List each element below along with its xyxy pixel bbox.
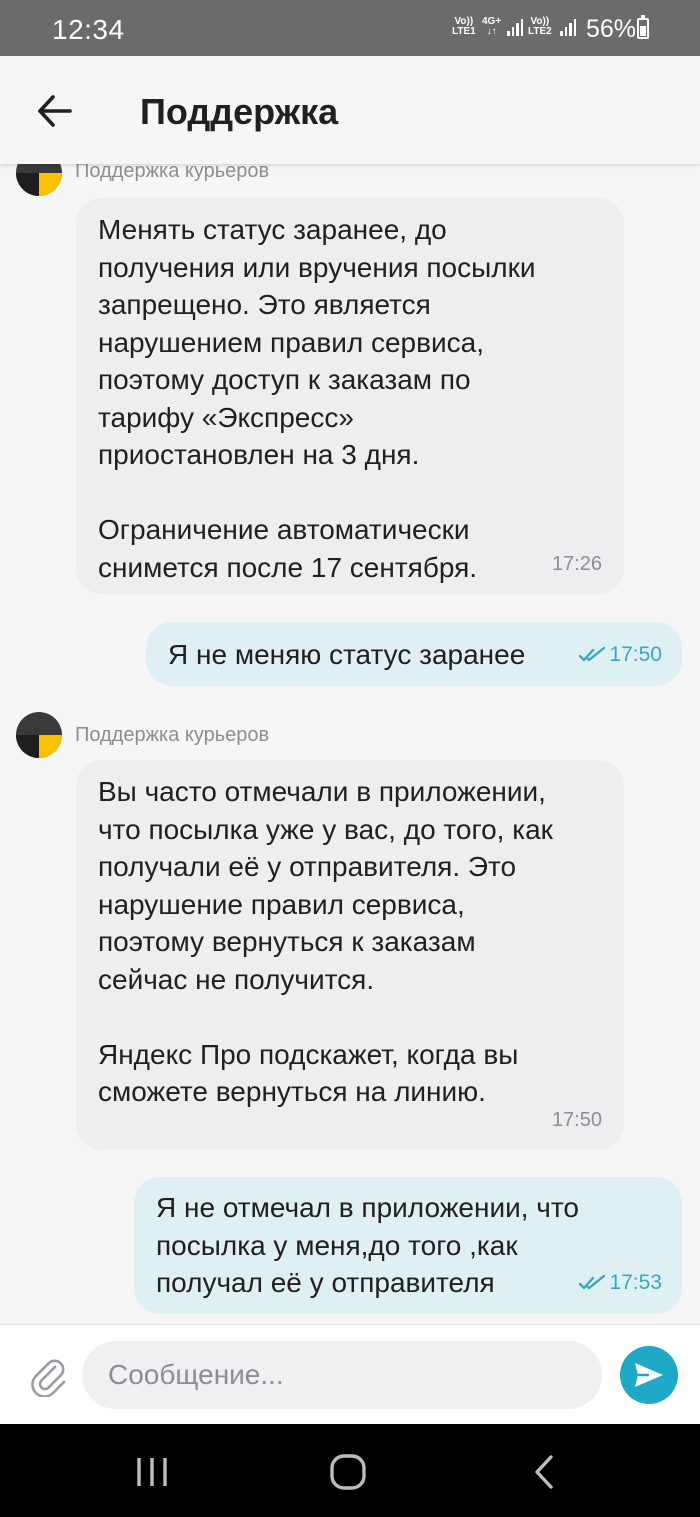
status-bar: 12:34 Vo)) LTE1 4G+ ↓↑ Vo)) LTE2 56% bbox=[0, 0, 700, 56]
chat-messages[interactable]: Поддержка курьеров Менять статус заранее… bbox=[0, 164, 700, 1324]
data-activity-arrows: ↓↑ bbox=[486, 26, 497, 37]
back-nav-button[interactable] bbox=[520, 1448, 568, 1496]
page-title: Поддержка bbox=[140, 91, 339, 132]
paperclip-icon bbox=[31, 1359, 66, 1398]
home-button[interactable] bbox=[324, 1448, 372, 1496]
support-avatar bbox=[16, 164, 62, 196]
battery-icon bbox=[637, 15, 649, 39]
battery-percentage: 56% bbox=[586, 15, 637, 43]
sender-name: Поддержка курьеров bbox=[75, 724, 270, 746]
sim1-lte-label: LTE1 bbox=[452, 26, 476, 37]
message-input[interactable] bbox=[82, 1341, 602, 1409]
chevron-left-icon bbox=[535, 1455, 553, 1489]
app-header: Поддержка bbox=[0, 56, 700, 164]
message-status: 17:53 bbox=[579, 1271, 662, 1295]
network-type-indicator: 4G+ ↓↑ bbox=[482, 17, 501, 37]
message-status: 17:50 bbox=[579, 643, 662, 667]
message-composer bbox=[0, 1324, 700, 1424]
sim1-indicator: Vo)) LTE1 bbox=[452, 17, 476, 37]
message-time: 17:26 bbox=[551, 553, 602, 575]
message-time: 17:50 bbox=[551, 1109, 602, 1131]
system-nav-bar bbox=[0, 1424, 700, 1517]
recent-apps-button[interactable] bbox=[128, 1448, 176, 1496]
back-button[interactable] bbox=[30, 86, 80, 136]
incoming-message: Вы часто отмечали в приложении, что посы… bbox=[76, 760, 624, 1150]
attach-button[interactable] bbox=[26, 1353, 70, 1398]
support-avatar bbox=[16, 712, 62, 758]
status-time: 12:34 bbox=[52, 14, 125, 45]
message-time: 17:53 bbox=[609, 1271, 662, 1294]
send-button[interactable] bbox=[620, 1346, 678, 1404]
message-text: Менять статус заранее, до получения или … bbox=[98, 214, 536, 583]
message-time: 17:50 bbox=[609, 643, 662, 666]
send-arrow-icon bbox=[635, 1363, 663, 1387]
incoming-message: Менять статус заранее, до получения или … bbox=[76, 198, 624, 594]
signal-strength-icon-2 bbox=[560, 19, 576, 36]
home-icon bbox=[330, 1454, 366, 1490]
message-text: Вы часто отмечали в приложении, что посы… bbox=[98, 776, 553, 1107]
double-check-icon bbox=[579, 1275, 606, 1290]
signal-strength-icon bbox=[507, 19, 523, 36]
arrow-left-icon bbox=[38, 95, 72, 127]
double-check-icon bbox=[579, 647, 606, 662]
sim2-lte-label: LTE2 bbox=[528, 26, 552, 37]
recent-apps-icon bbox=[137, 1458, 167, 1486]
outgoing-message: Я не меняю статус заранее 17:50 bbox=[146, 622, 682, 686]
outgoing-message: Я не отмечал в приложении, что посылка у… bbox=[134, 1177, 682, 1314]
sim2-indicator: Vo)) LTE2 bbox=[528, 17, 552, 37]
sender-name: Поддержка курьеров bbox=[75, 164, 270, 182]
